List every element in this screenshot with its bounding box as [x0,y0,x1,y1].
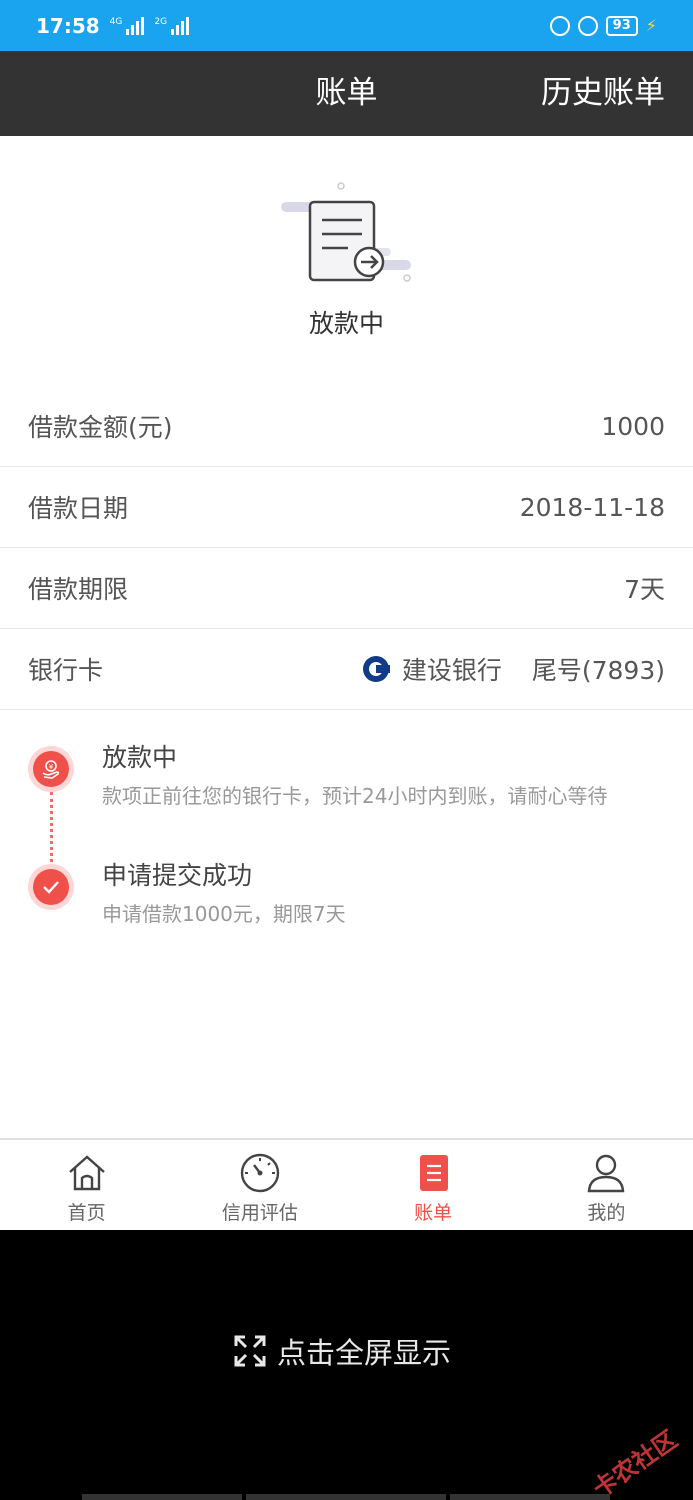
loan-amount-row: 借款金额(元) 1000 [0,386,693,467]
nav-indicator [246,1494,446,1500]
bottom-tab-bar: 首页 信用评估 账单 我的 [0,1138,693,1230]
alarm-icon [577,15,598,36]
loan-date-label: 借款日期 [28,494,129,523]
loan-status-title: 放款中 [308,309,384,338]
fullscreen-label: 点击全屏显示 [277,1336,452,1370]
tab-label: 首页 [67,1202,106,1224]
gauge-icon [240,1153,280,1193]
battery-icon: 93 [605,15,638,36]
signal-4g-icon: 4G [110,16,145,35]
loan-amount-label: 借款金额(元) [28,413,173,442]
expand-icon [234,1335,266,1367]
timeline-desc: 申请借款1000元，期限7天 [102,902,346,926]
timeline-desc: 款项正前往您的银行卡，预计24小时内到账，请耐心等待 [102,784,608,808]
loan-term-row: 借款期限 7天 [0,548,693,629]
ccb-bank-logo-icon [362,656,390,682]
loan-term-label: 借款期限 [28,575,129,604]
history-bills-button[interactable]: 历史账单 [541,51,665,136]
card-tail-number: 尾号(7893) [531,656,665,685]
bank-card-value: 建设银行 尾号(7893) [362,651,665,687]
svg-text:¥: ¥ [49,763,54,771]
status-bar: 17:58 4G 2G 93 ⚡ [0,0,693,51]
bank-name: 建设银行 [401,656,502,685]
charging-icon: ⚡ [645,16,657,35]
user-icon [588,1154,625,1193]
timeline-title: 放款中 [102,743,178,772]
timeline-dot: ¥ [28,746,74,792]
timeline-connector [50,792,53,862]
nav-indicator [82,1494,242,1500]
timeline-dot [28,864,74,910]
loan-date-value: 2018-11-18 [519,492,665,522]
app-header: 账单 历史账单 [0,51,693,136]
bank-card-row: 银行卡 建设银行 尾号(7893) [0,629,693,710]
loan-amount-value: 1000 [601,411,665,441]
tab-home[interactable]: 首页 [0,1140,173,1230]
timeline-title: 申请提交成功 [102,861,253,890]
signal-2g-icon: 2G [154,16,190,35]
nav-indicator [450,1494,610,1500]
tab-bill[interactable]: 账单 [347,1140,520,1230]
tab-label: 我的 [587,1202,626,1224]
document-transfer-icon [281,182,411,282]
status-time: 17:58 [36,13,100,38]
bank-card-label: 银行卡 [28,656,104,685]
loan-status-hero: 放款中 [0,136,693,368]
check-icon [43,881,59,894]
tab-label: 信用评估 [221,1202,298,1224]
tab-label: 账单 [414,1202,453,1224]
loan-term-value: 7天 [624,575,665,604]
loan-date-row: 借款日期 2018-11-18 [0,467,693,548]
yuan-hand-icon: ¥ [42,760,60,779]
bill-icon [420,1155,449,1191]
tab-profile[interactable]: 我的 [520,1140,693,1230]
tab-credit-assessment[interactable]: 信用评估 [173,1140,346,1230]
lock-rotation-icon [549,15,570,36]
home-icon [68,1155,105,1191]
fullscreen-button[interactable]: 点击全屏显示 [233,1330,451,1372]
